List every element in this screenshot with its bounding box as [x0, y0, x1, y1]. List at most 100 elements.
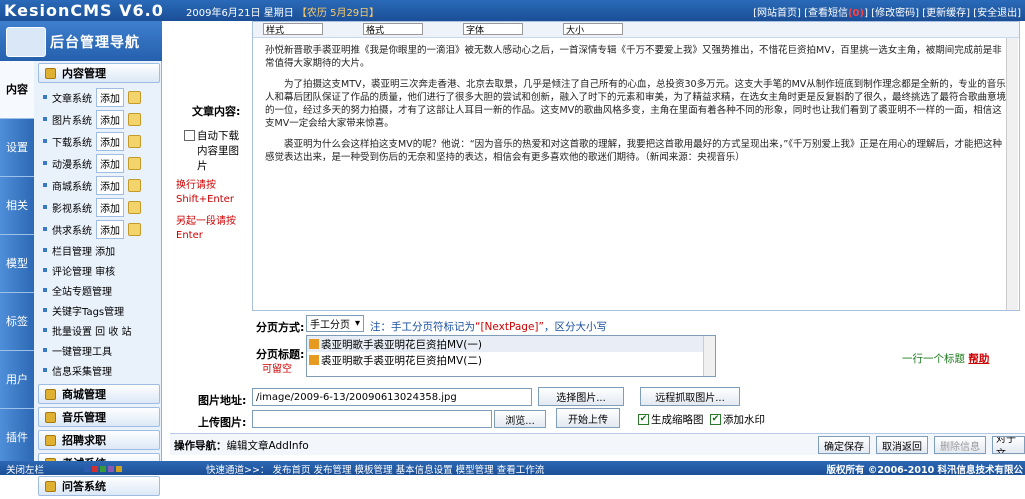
menu-head-ask[interactable]: 问答系统 [38, 476, 160, 496]
start-upload-button[interactable]: 开始上传 [556, 408, 620, 428]
theme-swatch[interactable] [116, 466, 122, 472]
tab-related[interactable]: 相关 [0, 177, 34, 235]
title-marker-icon [309, 339, 319, 349]
checkbox-icon[interactable] [184, 130, 195, 141]
remote-fetch-button[interactable]: 远程抓取图片... [640, 387, 740, 406]
change-password-link[interactable]: [修改密码] [871, 8, 919, 19]
format-select[interactable]: 格式 [363, 23, 423, 36]
bullet-icon [43, 95, 47, 99]
save-button[interactable]: 确定保存 [818, 436, 870, 454]
menu-item-comments[interactable]: 评论管理 审核 [38, 260, 160, 280]
tab-plugins[interactable]: 插件 [0, 409, 34, 467]
edit-icon[interactable] [128, 222, 141, 236]
image-url-input[interactable]: /image/2009-6-13/20090613024358.jpg [252, 388, 532, 406]
editor-body[interactable]: 孙悦新晋歌手裘亚明推《我是你眼里的一滴泪》被无数人感动心之后，一首深情专辑《千万… [265, 44, 1010, 172]
menu-item-topics[interactable]: 全站专题管理 [38, 280, 160, 300]
menu-head-shop[interactable]: 商城管理 [38, 384, 160, 404]
edit-icon[interactable] [128, 112, 141, 126]
tab-settings[interactable]: 设置 [0, 119, 34, 177]
watermark-checkbox[interactable]: ✔ 添加水印 [710, 412, 765, 427]
menu-item-label[interactable]: 影视系统 [52, 200, 92, 215]
sidebar-title: 后台管理导航 [50, 35, 140, 51]
shortcut-link[interactable]: 模型管理 [456, 465, 494, 476]
tab-content[interactable]: 内容 [0, 61, 34, 119]
edit-icon[interactable] [128, 200, 141, 214]
menu-head-jobs[interactable]: 招聘求职 [38, 430, 160, 450]
checkmark-icon[interactable]: ✔ [710, 414, 721, 425]
menu-item-label[interactable]: 商城系统 [52, 178, 92, 193]
update-cache-link[interactable]: [更新缓存] [922, 8, 970, 19]
upload-file-input[interactable] [252, 410, 492, 428]
messages-link[interactable]: [查看短信(0)] [804, 8, 868, 19]
theme-swatch[interactable] [84, 466, 90, 472]
menu-item-label[interactable]: 供求系统 [52, 222, 92, 237]
menu-item-animation: 动漫系统 添加 [38, 152, 160, 174]
more-button[interactable]: 对于文 [992, 436, 1025, 454]
page-titles-textarea[interactable]: 裘亚明歌手裘亚明花巨资拍MV(一) 裘亚明歌手裘亚明花巨资拍MV(二) [306, 335, 716, 377]
logout-link[interactable]: [安全退出] [973, 8, 1021, 19]
add-button[interactable]: 添加 [96, 175, 124, 195]
add-button[interactable]: 添加 [96, 131, 124, 151]
tab-model[interactable]: 模型 [0, 235, 34, 293]
theme-swatch[interactable] [92, 466, 98, 472]
menu-item-label: 栏目管理 添加 [52, 246, 116, 258]
edit-icon[interactable] [128, 178, 141, 192]
home-link[interactable]: [网站首页] [753, 8, 801, 19]
style-select[interactable]: 样式 [263, 23, 323, 36]
paging-select[interactable]: 手工分页 ▾ [306, 315, 364, 332]
shortcut-bar: 快速通道>>： 发布首页 发布管理 模板管理 基本信息设置 模型管理 查看工作流 [206, 462, 544, 476]
close-sidebar-link[interactable]: 关闭左栏 [6, 462, 44, 476]
tab-users[interactable]: 用户 [0, 351, 34, 409]
shortcut-link[interactable]: 模板管理 [355, 465, 393, 476]
auto-download-checkbox[interactable]: 自动下载内容里图片 [184, 128, 248, 173]
menu-item-label[interactable]: 动漫系统 [52, 156, 92, 171]
shortcut-link[interactable]: 发布首页 [272, 465, 310, 476]
rich-text-editor[interactable]: 样式 格式 字体 大小 孙悦新晋歌手裘亚明推《我是你眼里的一滴泪》被无数人感动心… [252, 21, 1020, 311]
folder-icon [45, 480, 56, 492]
checkmark-icon[interactable]: ✔ [638, 414, 649, 425]
editor-scrollbar[interactable] [1006, 38, 1018, 310]
add-button[interactable]: 添加 [96, 153, 124, 173]
browse-button[interactable]: 浏览... [494, 410, 546, 428]
action-nav-path: 编辑文章AddInfo [226, 440, 309, 452]
font-select[interactable]: 字体 [463, 23, 523, 36]
theme-swatch[interactable] [100, 466, 106, 472]
tab-tags[interactable]: 标签 [0, 293, 34, 351]
shortcut-label: 快速通道>>： [206, 465, 270, 476]
size-select[interactable]: 大小 [563, 23, 623, 36]
theme-swatch[interactable] [108, 466, 114, 472]
edit-icon[interactable] [128, 156, 141, 170]
menu-item-batch[interactable]: 批量设置 回 收 站 [38, 320, 160, 340]
add-button[interactable]: 添加 [96, 197, 124, 217]
select-image-button[interactable]: 选择图片... [538, 387, 624, 406]
edit-icon[interactable] [128, 134, 141, 148]
add-button[interactable]: 添加 [96, 109, 124, 129]
menu-item-tools[interactable]: 一键管理工具 [38, 340, 160, 360]
delete-button[interactable]: 删除信息 [934, 436, 986, 454]
bullet-icon [43, 248, 47, 252]
shortcut-link[interactable]: 基本信息设置 [396, 465, 453, 476]
textarea-scrollbar[interactable] [703, 336, 715, 376]
auto-download-label: 自动下载内容里图片 [197, 130, 239, 172]
thumbnail-checkbox[interactable]: ✔ 生成缩略图 [638, 412, 704, 427]
menu-item-columns[interactable]: 栏目管理 添加 [38, 240, 160, 260]
date-display: 2009年6月21日 星期日 【农历 5月29日】 [186, 4, 379, 19]
menu-item-label[interactable]: 图片系统 [52, 112, 92, 127]
menu-head-content[interactable]: 内容管理 [38, 63, 160, 83]
menu-item-collect[interactable]: 信息采集管理 [38, 360, 160, 380]
shortcut-link[interactable]: 查看工作流 [497, 465, 545, 476]
cancel-button[interactable]: 取消返回 [876, 436, 928, 454]
menu-head-music[interactable]: 音乐管理 [38, 407, 160, 427]
add-button[interactable]: 添加 [96, 219, 124, 239]
menu-item-label: 全站专题管理 [52, 286, 112, 298]
help-link[interactable]: 帮助 [968, 353, 989, 365]
list-item-text: 裘亚明歌手裘亚明花巨资拍MV(一) [321, 338, 482, 351]
bullet-icon [43, 308, 47, 312]
shortcut-link[interactable]: 发布管理 [314, 465, 352, 476]
menu-item-tags[interactable]: 关键字Tags管理 [38, 300, 160, 320]
menu-item-label[interactable]: 下载系统 [52, 134, 92, 149]
watermark-label: 添加水印 [723, 414, 765, 426]
menu-item-label[interactable]: 文章系统 [52, 90, 92, 105]
add-button[interactable]: 添加 [96, 87, 124, 107]
edit-icon[interactable] [128, 90, 141, 104]
